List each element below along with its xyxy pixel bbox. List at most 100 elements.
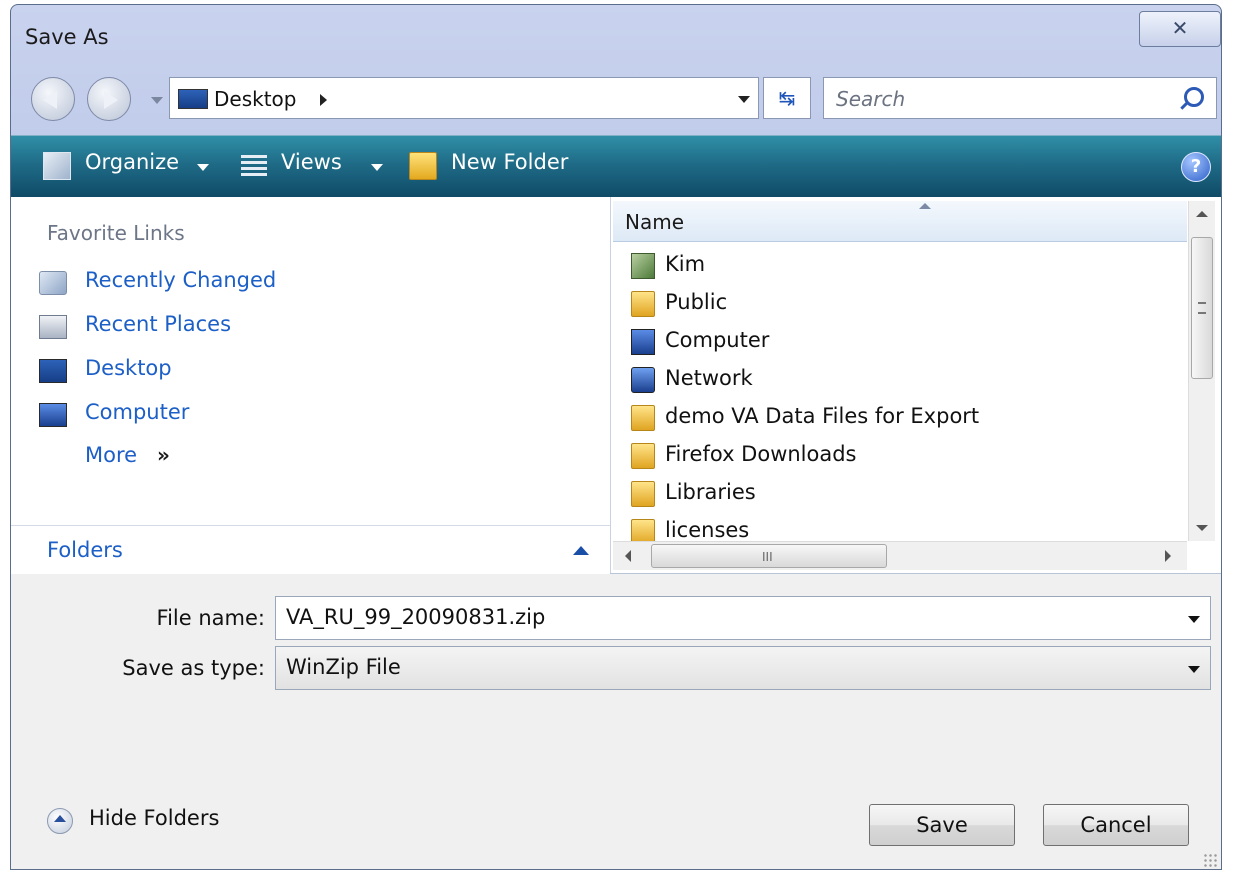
save-button[interactable]: Save [869,804,1015,846]
address-dropdown-button[interactable] [728,78,758,118]
file-name-label: File name: [156,606,265,630]
organize-dropdown-icon[interactable] [197,164,209,171]
recent-places-icon [39,315,67,339]
file-item-label: Computer [665,328,770,352]
desktop-icon [178,89,208,109]
file-item-label: licenses [665,518,750,541]
file-name-field[interactable]: VA_RU_99_20090831.zip [275,596,1211,640]
computer-icon [631,329,655,355]
favorite-link-recent-places[interactable]: Recent Places [35,309,575,343]
views-icon [241,152,267,178]
resize-grip-icon[interactable] [1203,853,1217,867]
file-list-pane: Name Kim Public Computer Network demo VA… [611,197,1221,573]
file-item-public[interactable]: Public [613,285,1187,321]
file-item-label: Firefox Downloads [665,442,857,466]
save-as-type-label: Save as type: [122,656,265,680]
sort-ascending-icon [919,203,931,209]
organize-button[interactable]: Organize [85,150,179,174]
close-button[interactable]: ✕ [1139,11,1221,47]
chevron-down-icon[interactable] [1188,616,1200,623]
file-name-value[interactable]: VA_RU_99_20090831.zip [286,605,545,629]
save-as-type-select[interactable]: WinZip File [275,646,1211,690]
file-item-kim[interactable]: Kim [613,247,1187,283]
back-button[interactable] [31,77,75,121]
favorite-link-recently-changed[interactable]: Recently Changed [35,265,575,299]
file-item-label: demo VA Data Files for Export [665,404,980,428]
folder-icon [631,481,655,507]
scroll-left-arrow-icon[interactable] [625,550,631,562]
hide-folders-label: Hide Folders [89,806,220,830]
folder-icon [631,443,655,469]
file-item-computer[interactable]: Computer [613,323,1187,359]
address-location[interactable]: Desktop [214,87,296,111]
chevron-up-icon[interactable] [573,546,589,555]
folder-icon [631,519,655,541]
chevron-down-icon[interactable] [1188,666,1200,673]
file-item-network[interactable]: Network [613,361,1187,397]
double-chevron-icon[interactable]: » [157,443,170,467]
browser-content: Favorite Links Recently Changed Recent P… [11,197,1221,574]
refresh-button[interactable]: ↹ [763,77,811,119]
navigation-pane: Favorite Links Recently Changed Recent P… [11,197,611,574]
favorite-link-computer[interactable]: Computer [35,397,575,431]
navigation-bar: Desktop ↹ [11,73,1221,129]
scroll-right-arrow-icon[interactable] [1165,550,1171,562]
search-input[interactable] [824,78,1178,120]
forward-button[interactable] [87,77,131,121]
favorite-link-label: Computer [85,400,190,424]
file-item-libraries[interactable]: Libraries [613,475,1187,511]
vertical-scroll-thumb[interactable] [1191,237,1213,379]
vertical-scrollbar[interactable] [1188,201,1215,541]
scroll-up-arrow-icon[interactable] [1196,211,1208,217]
favorite-links-header: Favorite Links [47,221,185,245]
search-icon[interactable] [1184,87,1204,107]
forward-arrow-icon [104,91,118,109]
desktop-icon [39,359,67,383]
organize-icon [43,152,71,180]
folder-icon [631,291,655,317]
cancel-button[interactable]: Cancel [1043,804,1189,846]
more-link[interactable]: More [85,443,137,467]
folder-icon [631,405,655,431]
save-as-type-value: WinZip File [286,655,401,679]
file-item-label: Network [665,366,753,390]
scroll-grip-icon: III [762,550,773,564]
column-header-name[interactable]: Name [613,201,1187,242]
file-item-label: Kim [665,252,706,276]
dialog-title: Save As [25,25,109,49]
scroll-down-arrow-icon[interactable] [1196,525,1208,531]
save-form: File name: VA_RU_99_20090831.zip Save as… [11,574,1221,869]
recently-changed-icon [39,271,67,295]
chevron-down-icon [738,96,750,103]
favorite-link-label: Desktop [85,356,172,380]
folders-label: Folders [47,538,123,562]
views-button[interactable]: Views [281,150,342,174]
computer-icon [39,403,67,427]
new-folder-button[interactable]: New Folder [451,150,568,174]
user-folder-icon [631,253,655,279]
new-folder-icon [409,152,437,180]
horizontal-scroll-thumb[interactable]: III [651,544,887,568]
views-dropdown-icon[interactable] [371,164,383,171]
search-box[interactable] [823,77,1217,120]
file-item-licenses[interactable]: licenses [613,513,1187,541]
back-arrow-icon [43,91,57,109]
recent-pages-dropdown-icon[interactable] [151,97,163,104]
file-item-demo-va-data-files[interactable]: demo VA Data Files for Export [613,399,1187,435]
network-icon [631,367,655,393]
favorite-link-label: Recent Places [85,312,232,336]
save-as-dialog: Save As ✕ Desktop ↹ Organize Views New F… [10,4,1222,870]
horizontal-scrollbar[interactable]: III [613,541,1187,570]
folders-toggle[interactable]: Folders [11,525,610,574]
command-toolbar: Organize Views New Folder ? [11,135,1221,198]
address-bar[interactable]: Desktop [169,77,759,119]
file-item-firefox-downloads[interactable]: Firefox Downloads [613,437,1187,473]
file-item-label: Public [665,290,728,314]
title-bar: Save As ✕ [11,5,1221,67]
breadcrumb-arrow-icon[interactable] [320,94,327,106]
favorite-link-desktop[interactable]: Desktop [35,353,575,387]
column-header-label: Name [625,210,685,234]
favorite-link-label: Recently Changed [85,268,277,292]
help-button[interactable]: ? [1181,152,1211,182]
collapse-up-icon [47,808,73,834]
